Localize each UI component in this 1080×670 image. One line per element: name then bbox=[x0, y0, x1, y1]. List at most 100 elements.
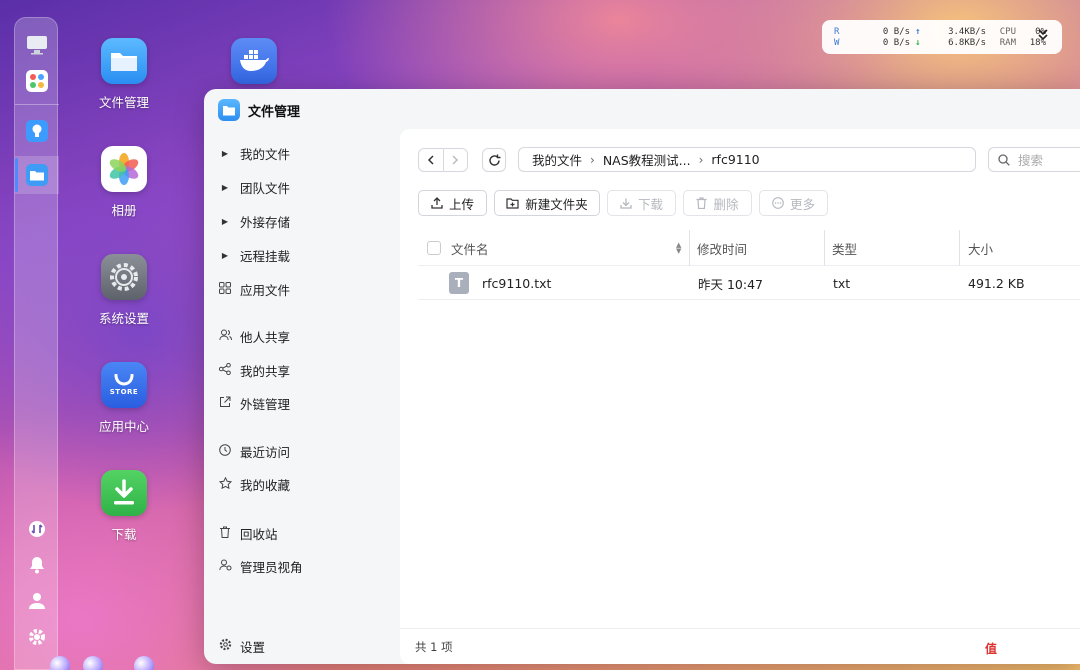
desktop-icon-download[interactable]: 下载 bbox=[79, 470, 169, 543]
bell-icon[interactable] bbox=[26, 554, 48, 576]
sidebar-item-label: 我的收藏 bbox=[240, 477, 291, 493]
sidebar-item-label: 他人共享 bbox=[240, 329, 291, 345]
sidebar-item-label: 管理员视角 bbox=[240, 559, 303, 575]
desktop-icon-app-center[interactable]: STORE 应用中心 bbox=[79, 362, 169, 435]
users-icon bbox=[218, 329, 232, 344]
table-row[interactable]: T rfc9110.txt 昨天 10:47 txt 491.2 KB bbox=[418, 266, 1080, 300]
column-header-type[interactable]: 类型 bbox=[832, 230, 857, 266]
sidebar: ▶ 我的文件 ▶ 团队文件 ▶ 外接存储 ▶ 远程挂载 应用文件 他人共享 我的共享 外… bbox=[204, 129, 400, 664]
dock-orb bbox=[134, 656, 154, 670]
read-rate: 0 B/s bbox=[882, 26, 910, 37]
column-divider bbox=[689, 230, 690, 266]
upload-button[interactable]: 上传 bbox=[418, 190, 487, 216]
sidebar-item-link-management[interactable]: 外链管理 bbox=[218, 391, 290, 415]
gear-icon bbox=[218, 638, 232, 654]
sidebar-item-admin-view[interactable]: 管理员视角 bbox=[218, 554, 303, 578]
nav-buttons bbox=[418, 148, 468, 172]
watermark: 值 什么值得买 bbox=[980, 638, 1072, 658]
breadcrumb-item[interactable]: NAS教程测试... bbox=[603, 150, 691, 169]
caret-right-icon[interactable]: ▶ bbox=[218, 149, 232, 158]
lightbulb-icon[interactable] bbox=[26, 120, 48, 142]
download-arrow-icon bbox=[101, 470, 147, 516]
upload-arrow-icon: ↑ bbox=[915, 26, 921, 37]
desktop-icon-photos[interactable]: 相册 bbox=[79, 146, 169, 219]
chevron-right-icon: › bbox=[698, 152, 704, 167]
desktop-icon-label: 相册 bbox=[111, 203, 137, 218]
forward-button[interactable] bbox=[442, 149, 468, 171]
breadcrumb-item[interactable]: rfc9110 bbox=[711, 152, 759, 167]
column-header-name[interactable]: 文件名 bbox=[451, 230, 489, 266]
desktop-icon-docker[interactable] bbox=[209, 38, 299, 84]
column-divider bbox=[959, 230, 960, 266]
column-divider bbox=[824, 230, 825, 266]
write-label: W bbox=[834, 37, 840, 48]
more-button[interactable]: 更多 bbox=[759, 190, 828, 216]
new-folder-button[interactable]: 新建文件夹 bbox=[494, 190, 600, 216]
desktop-icon-label: 文件管理 bbox=[98, 95, 149, 110]
sidebar-item-my-shares[interactable]: 我的共享 bbox=[218, 358, 290, 382]
window-title: 文件管理 bbox=[248, 104, 301, 120]
sidebar-item-label: 我的文件 bbox=[240, 146, 291, 162]
monitor-icon[interactable] bbox=[26, 34, 48, 56]
refresh-button[interactable] bbox=[482, 148, 506, 172]
sidebar-item-label: 最近访问 bbox=[240, 444, 291, 460]
app-grid-icon[interactable] bbox=[26, 70, 48, 92]
sidebar-item-remote-mount[interactable]: ▶ 远程挂载 bbox=[218, 243, 290, 267]
sidebar-item-team-files[interactable]: ▶ 团队文件 bbox=[218, 175, 290, 199]
admin-icon bbox=[218, 559, 232, 574]
caret-right-icon[interactable]: ▶ bbox=[218, 183, 232, 192]
column-header-size[interactable]: 大小 bbox=[968, 230, 993, 266]
cpu-label: CPU bbox=[999, 26, 1016, 37]
sort-icon[interactable]: ▲ ▼ bbox=[676, 230, 681, 266]
store-bag-icon: STORE bbox=[101, 362, 147, 408]
desktop-icon-label: 下载 bbox=[111, 527, 137, 542]
user-icon[interactable] bbox=[26, 590, 48, 612]
sidebar-item-label: 外接存储 bbox=[240, 214, 291, 230]
status-bar: 共 1 项 bbox=[400, 628, 1080, 664]
sidebar-item-label: 远程挂载 bbox=[240, 248, 291, 264]
system-status-widget: R 0 B/s ↑ 3.4KB/s CPU 0% W 0 B/s ↓ 6.8KB… bbox=[822, 20, 1062, 54]
sort-icon[interactable] bbox=[26, 518, 48, 540]
watermark-text: 什么值得买 bbox=[1006, 642, 1072, 658]
window-titlebar: 文件管理 bbox=[218, 99, 300, 121]
photos-flower-icon bbox=[101, 146, 147, 192]
refresh-icon bbox=[488, 154, 500, 166]
desktop-icon-settings[interactable]: 系统设置 bbox=[79, 254, 169, 327]
delete-button[interactable]: 删除 bbox=[683, 190, 752, 216]
sidebar-item-external-storage[interactable]: ▶ 外接存储 bbox=[218, 209, 290, 233]
main-panel: 我的文件 › NAS教程测试... › rfc9110 搜索 上传 新建文件夹 … bbox=[400, 129, 1080, 664]
download-button[interactable]: 下载 bbox=[607, 190, 676, 216]
dock bbox=[14, 17, 59, 670]
dock-divider bbox=[15, 104, 59, 105]
expand-chevron-icon[interactable] bbox=[1038, 29, 1048, 44]
caret-right-icon[interactable]: ▶ bbox=[218, 217, 232, 226]
upload-icon bbox=[431, 197, 443, 209]
external-link-icon bbox=[218, 396, 232, 411]
breadcrumb-item[interactable]: 我的文件 bbox=[532, 150, 582, 169]
grid-icon bbox=[218, 281, 232, 297]
column-header-modified[interactable]: 修改时间 bbox=[697, 230, 747, 266]
breadcrumb: 我的文件 › NAS教程测试... › rfc9110 bbox=[518, 147, 976, 172]
back-button[interactable] bbox=[419, 149, 443, 171]
desktop-icon-file-manager[interactable]: 文件管理 bbox=[79, 38, 169, 111]
sidebar-item-shared-with-me[interactable]: 他人共享 bbox=[218, 324, 290, 348]
folder-icon bbox=[101, 38, 147, 84]
download-rate: 6.8KB/s bbox=[948, 37, 986, 48]
caret-right-icon[interactable]: ▶ bbox=[218, 251, 232, 260]
sidebar-settings[interactable]: 设置 bbox=[218, 634, 265, 658]
folder-icon bbox=[218, 99, 240, 121]
sidebar-item-recycle-bin[interactable]: 回收站 bbox=[218, 521, 278, 545]
read-label: R bbox=[834, 26, 840, 37]
sidebar-item-label: 团队文件 bbox=[240, 180, 291, 196]
search-input[interactable]: 搜索 bbox=[988, 147, 1080, 172]
sidebar-item-recent[interactable]: 最近访问 bbox=[218, 439, 290, 463]
folder-icon[interactable] bbox=[26, 164, 48, 186]
select-all-checkbox[interactable] bbox=[427, 230, 441, 266]
file-name[interactable]: rfc9110.txt bbox=[482, 266, 551, 300]
gear-icon[interactable] bbox=[26, 626, 48, 648]
sidebar-item-app-files[interactable]: 应用文件 bbox=[218, 277, 290, 301]
sidebar-item-label: 我的共享 bbox=[240, 363, 291, 379]
sidebar-item-my-files[interactable]: ▶ 我的文件 bbox=[218, 141, 290, 165]
sidebar-item-favorites[interactable]: 我的收藏 bbox=[218, 472, 290, 496]
download-arrow-icon: ↓ bbox=[915, 37, 921, 48]
